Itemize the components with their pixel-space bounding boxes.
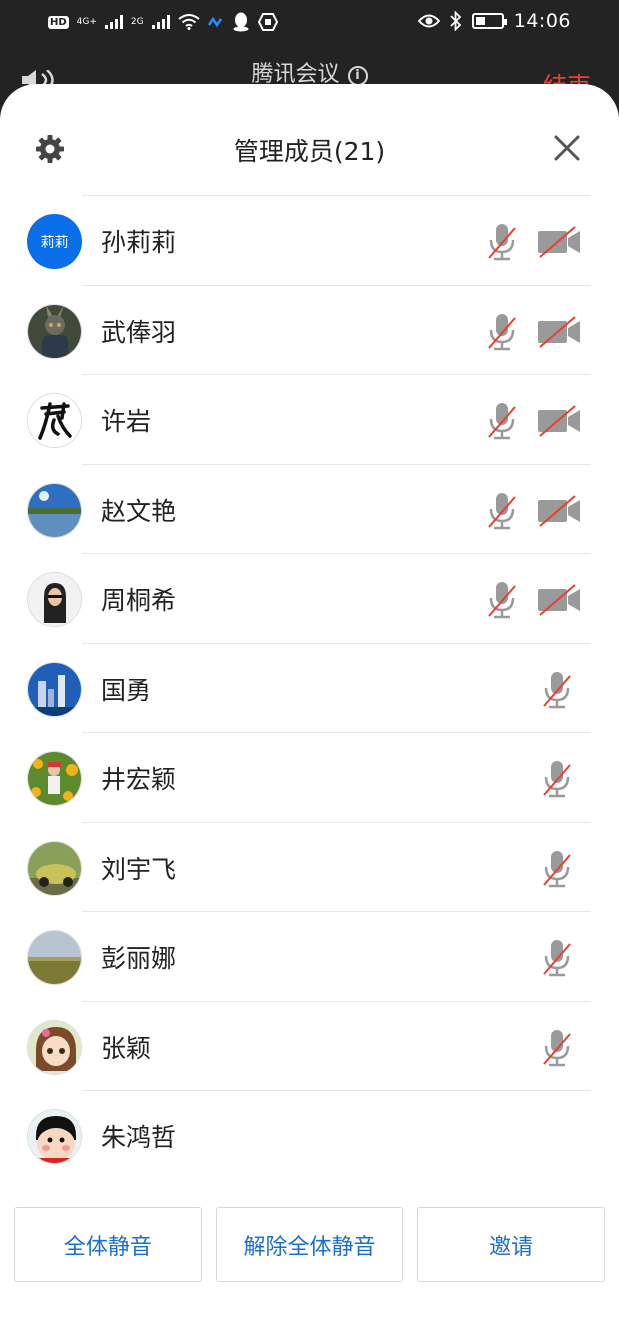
member-name: 周桐希 — [101, 586, 177, 615]
invite-button[interactable]: 邀请 — [417, 1207, 606, 1282]
wifi-icon — [178, 14, 200, 30]
member-row[interactable]: 莉莉 孙莉莉 — [0, 196, 619, 286]
member-name: 武俸羽 — [101, 317, 177, 347]
mic-muted-icon[interactable] — [485, 222, 519, 262]
member-row[interactable]: 刘宇飞 — [0, 823, 619, 913]
mic-muted-icon[interactable] — [540, 1028, 574, 1068]
member-name: 朱鸿哲 — [101, 1123, 177, 1152]
member-row[interactable]: 井宏颖 — [0, 733, 619, 823]
avatar — [27, 840, 82, 896]
member-name: 赵文艳 — [101, 496, 177, 526]
member-row[interactable]: 许岩 — [0, 375, 619, 465]
mic-muted-icon[interactable] — [540, 938, 574, 978]
avatar — [27, 751, 82, 806]
mic-muted-icon[interactable] — [485, 312, 519, 352]
member-name: 刘宇飞 — [101, 854, 177, 884]
avatar — [27, 482, 82, 538]
member-row[interactable]: 武俸羽 — [0, 286, 619, 376]
camera-off-icon[interactable] — [537, 315, 581, 348]
member-row[interactable]: 朱鸿哲 — [0, 1091, 619, 1181]
signal-icon-2 — [151, 15, 170, 29]
network-type-1: 4G+ — [76, 16, 97, 27]
signal-icon — [104, 15, 123, 29]
member-name: 张颖 — [101, 1033, 152, 1063]
member-row[interactable]: 张颖 — [0, 1002, 619, 1092]
network-type-2: 2G — [130, 16, 144, 27]
mic-muted-icon[interactable] — [540, 759, 574, 799]
manage-members-sheet: 管理成员(21) 莉莉 孙莉莉 武俸羽 许岩 赵文艳 周桐希 国勇 井宏颖 刘宇… — [0, 84, 619, 1341]
member-row[interactable]: 国勇 — [0, 644, 619, 734]
avatar — [27, 661, 82, 717]
mic-muted-icon[interactable] — [485, 401, 519, 441]
mic-muted-icon[interactable] — [540, 849, 574, 889]
info-icon[interactable]: i — [347, 66, 368, 86]
member-row[interactable]: 彭丽娜 — [0, 912, 619, 1002]
member-name: 许岩 — [101, 407, 152, 436]
avatar — [27, 393, 82, 448]
end-meeting-button[interactable]: 结束 — [543, 66, 591, 84]
mic-muted-icon[interactable] — [540, 670, 574, 710]
hd-badge: HD — [48, 15, 69, 29]
camera-off-icon[interactable] — [537, 494, 581, 527]
status-left: HD 4G+ 2G — [48, 12, 278, 32]
qq-icon — [233, 12, 249, 32]
member-row[interactable]: 周桐希 — [0, 554, 619, 644]
action-bar: 全体静音 解除全体静音 邀请 — [14, 1207, 606, 1282]
sheet-title: 管理成员(21) — [233, 137, 386, 166]
member-name: 彭丽娜 — [101, 944, 177, 973]
camera-off-icon[interactable] — [537, 584, 581, 616]
mute-all-button[interactable]: 全体静音 — [14, 1207, 202, 1282]
avatar — [27, 1019, 82, 1075]
mic-muted-icon[interactable] — [485, 491, 519, 531]
member-row[interactable]: 赵文艳 — [0, 465, 619, 555]
camera-off-icon[interactable] — [537, 405, 581, 437]
member-name: 井宏颖 — [101, 765, 177, 794]
avatar — [27, 1109, 82, 1164]
member-name: 孙莉莉 — [101, 228, 177, 257]
eye-icon — [417, 14, 440, 28]
status-right: 14:06 — [417, 10, 571, 32]
camera-off-icon[interactable] — [537, 226, 581, 258]
close-icon[interactable] — [553, 134, 581, 162]
member-list: 莉莉 孙莉莉 武俸羽 许岩 赵文艳 周桐希 国勇 井宏颖 刘宇飞 彭丽娜 张颖 … — [0, 196, 619, 1181]
battery-icon — [471, 13, 507, 29]
avatar — [27, 930, 82, 985]
clock: 14:06 — [513, 10, 571, 32]
member-name: 国勇 — [101, 675, 152, 705]
status-bar: HD 4G+ 2G 14:06 — [0, 0, 619, 46]
tencent-meeting-notify-icon — [207, 16, 222, 28]
avatar — [27, 303, 82, 359]
app-notify-icon — [257, 13, 278, 31]
avatar — [27, 572, 82, 627]
unmute-all-button[interactable]: 解除全体静音 — [215, 1207, 404, 1282]
bluetooth-icon — [450, 11, 462, 31]
avatar: 莉莉 — [27, 214, 82, 269]
sheet-header: 管理成员(21) — [0, 84, 619, 196]
mic-muted-icon[interactable] — [485, 580, 519, 620]
